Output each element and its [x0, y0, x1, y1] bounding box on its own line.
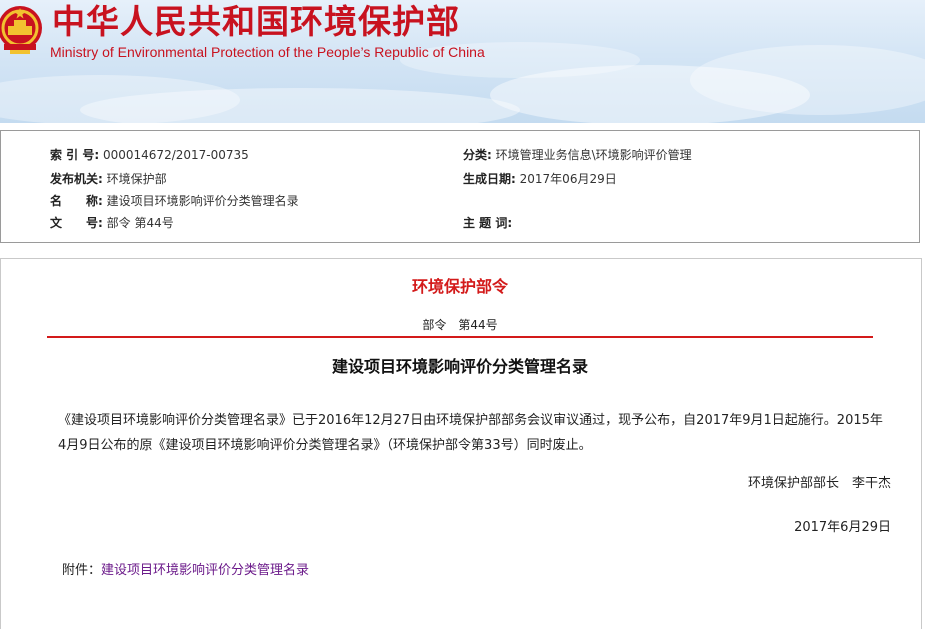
meta-keywords-label: 主 题 词: — [463, 216, 513, 230]
meta-date-label: 生成日期: — [463, 172, 516, 186]
meta-category-label: 分类: — [463, 148, 492, 162]
meta-date: 生成日期: 2017年06月29日 — [463, 172, 617, 186]
meta-issuer: 发布机关: 环境保护部 — [50, 172, 167, 186]
meta-issuer-label: 发布机关: — [50, 172, 103, 186]
site-title: 中华人民共和国环境保护部 — [52, 2, 460, 41]
meta-category: 分类: 环境管理业务信息\环境影响评价管理 — [463, 148, 692, 162]
meta-index: 索 引 号: 000014672/2017-00735 — [50, 148, 249, 162]
document-heading: 环境保护部令 — [411, 277, 508, 296]
meta-index-label: 索 引 号: — [50, 148, 100, 162]
document-signer: 环境保护部部长 李干杰 — [747, 476, 891, 491]
meta-date-value: 2017年06月29日 — [519, 172, 617, 186]
meta-doc-number: 文 号: 部令 第44号 — [50, 216, 174, 230]
attachment-line: 附件：建设项目环境影响评价分类管理名录 — [62, 562, 309, 580]
meta-name-value: 建设项目环境影响评价分类管理名录 — [106, 194, 299, 208]
meta-name: 名 称: 建设项目环境影响评价分类管理名录 — [50, 194, 299, 208]
document-sign-date: 2017年6月29日 — [794, 520, 891, 535]
document-body: 《建设项目环境影响评价分类管理名录》已于2016年12月27日由环境保护部部务会… — [58, 413, 883, 453]
meta-doc-number-value: 部令 第44号 — [106, 216, 174, 230]
red-divider — [47, 336, 873, 338]
meta-name-label: 名 称: — [50, 194, 103, 208]
document-title: 建设项目环境影响评价分类管理名录 — [331, 357, 588, 376]
meta-issuer-value: 环境保护部 — [106, 172, 167, 186]
meta-category-value: 环境管理业务信息\环境影响评价管理 — [495, 148, 692, 162]
attachment-label: 附件： — [62, 563, 102, 578]
meta-keywords: 主 题 词: — [463, 216, 512, 230]
meta-index-value: 000014672/2017-00735 — [102, 148, 249, 162]
document-number: 部令 第44号 — [422, 318, 498, 332]
site-banner: 中华人民共和国环境保护部 Ministry of Environmental P… — [0, 0, 925, 123]
attachment-link[interactable]: 建设项目环境影响评价分类管理名录 — [101, 563, 309, 578]
site-subtitle: Ministry of Environmental Protection of … — [50, 44, 485, 60]
meta-doc-number-label: 文 号: — [50, 216, 103, 230]
national-emblem-icon — [0, 6, 42, 54]
